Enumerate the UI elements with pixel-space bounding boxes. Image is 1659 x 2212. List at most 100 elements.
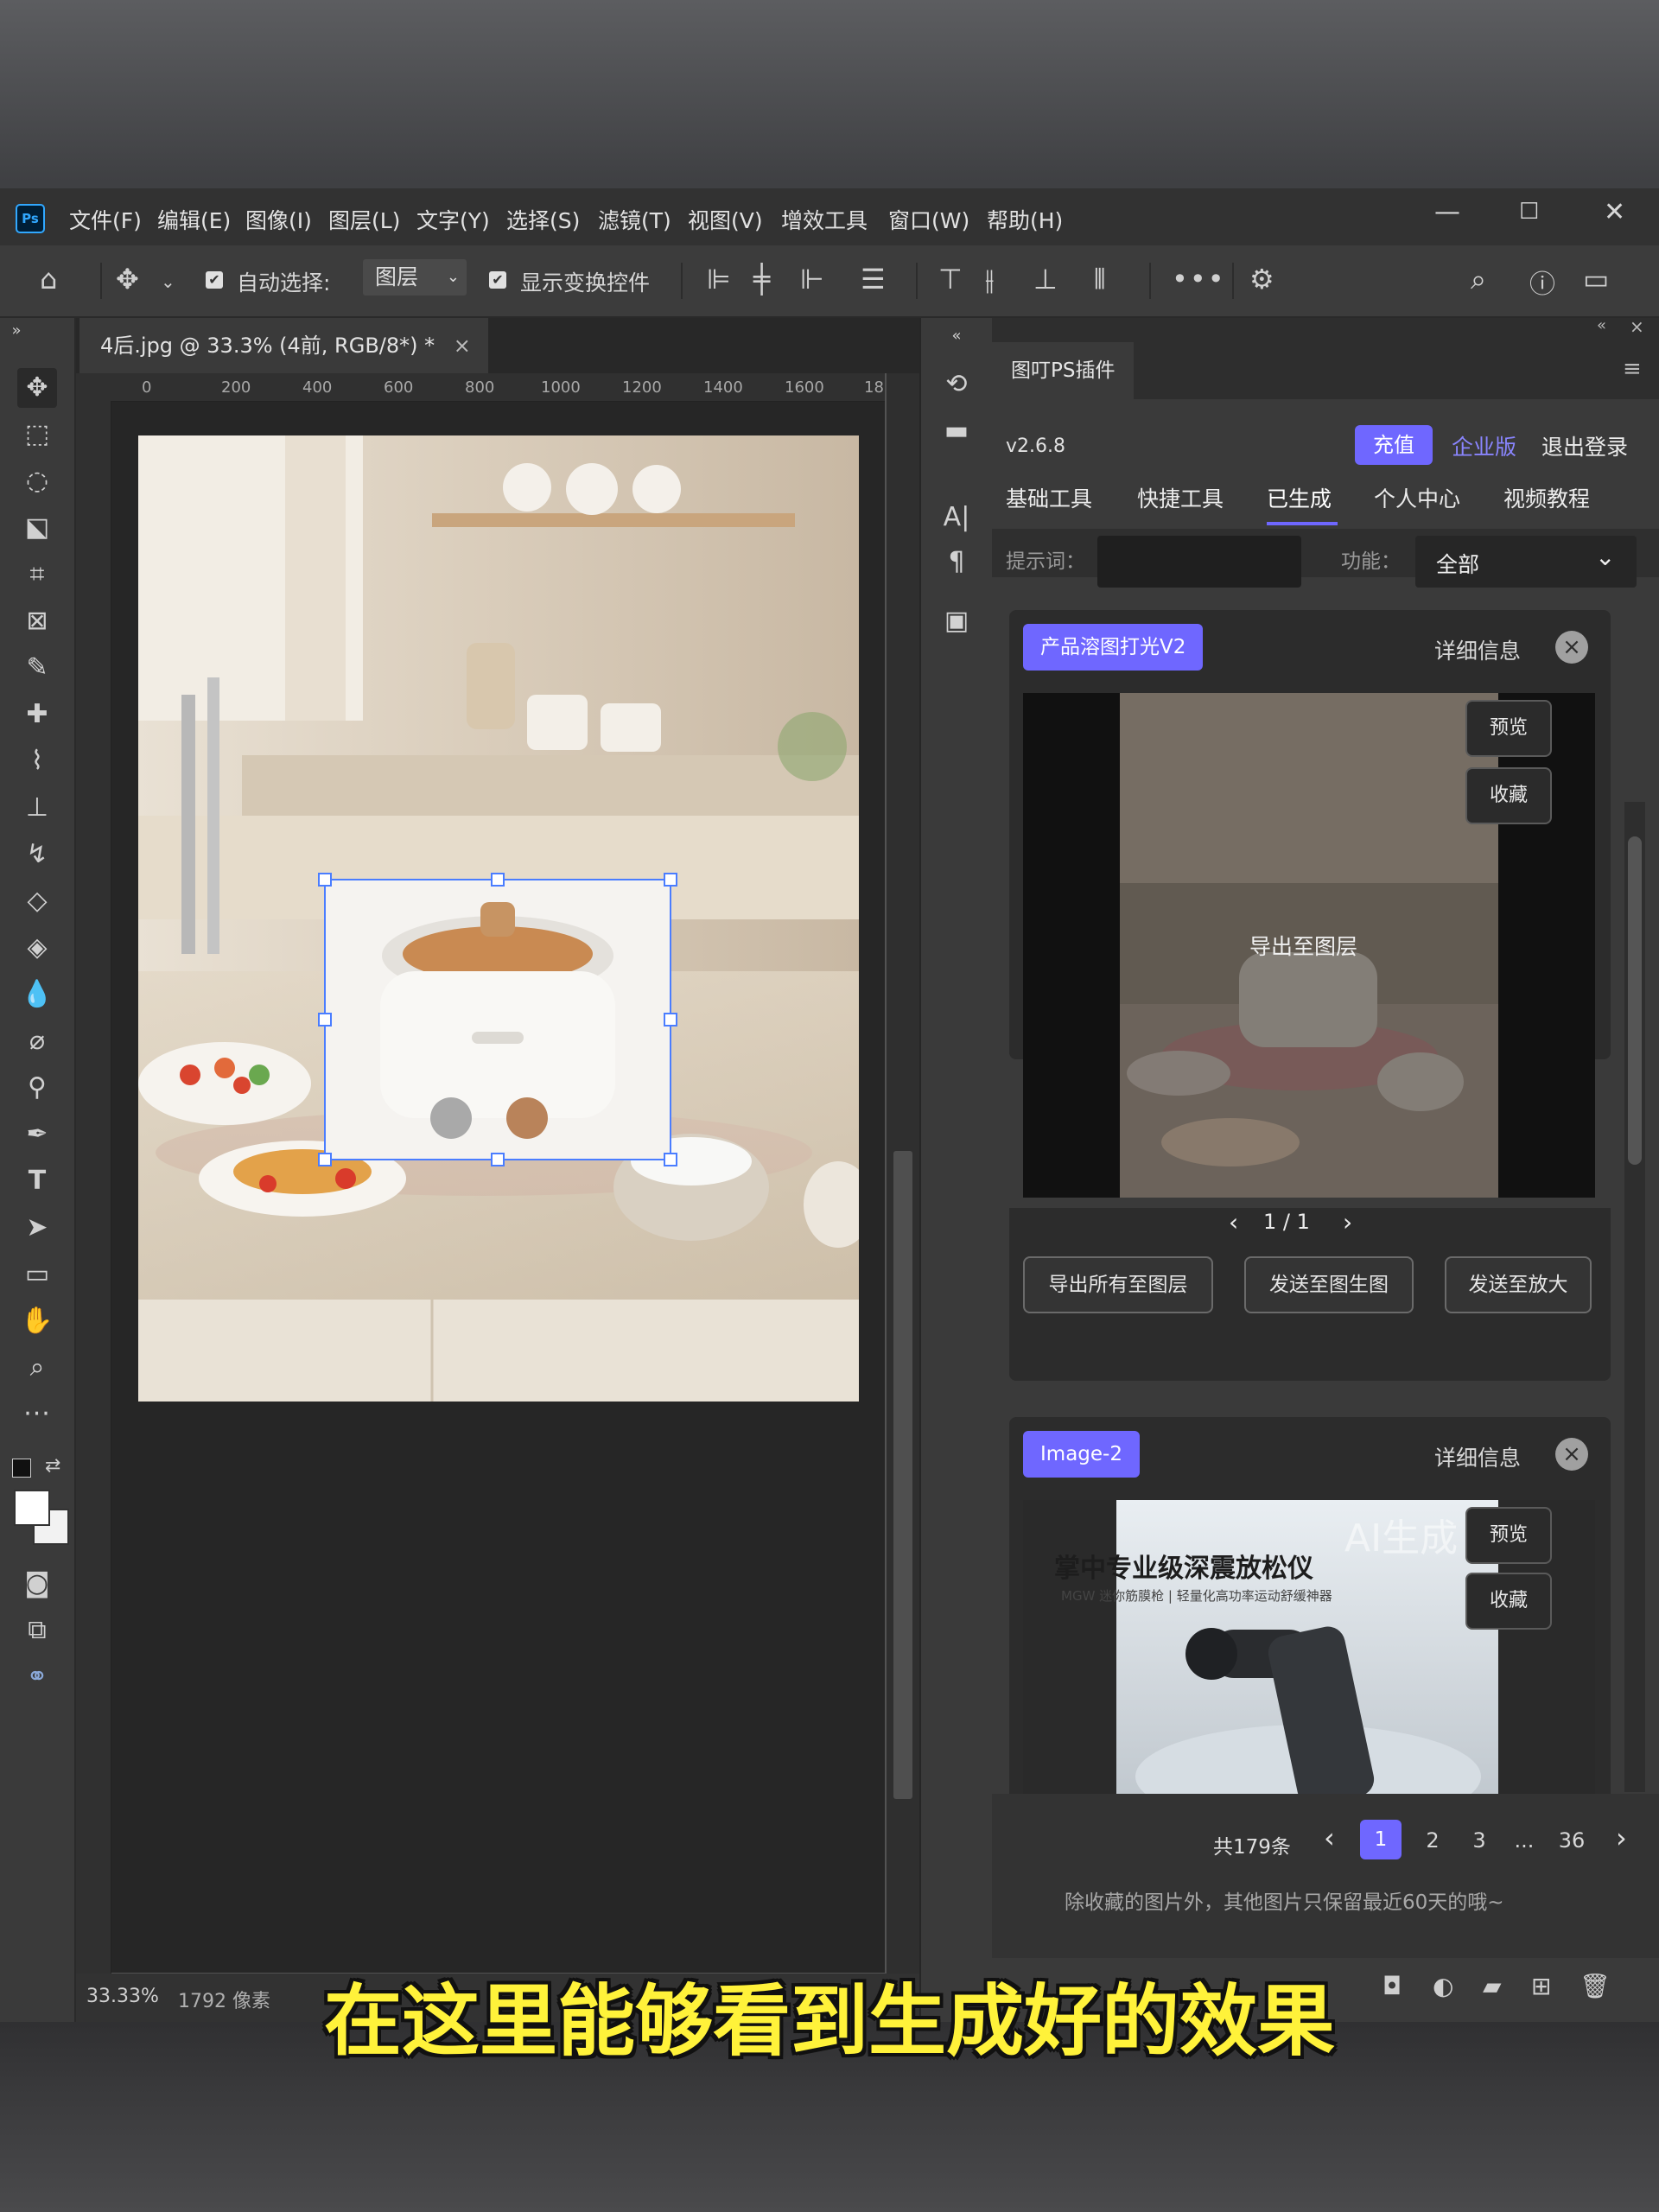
zoom-lens-icon[interactable]: ⚲ — [17, 1068, 57, 1108]
send-upscale-button[interactable]: 发送至放大 — [1445, 1256, 1592, 1313]
marquee-tool-icon[interactable]: ⬚ — [17, 415, 57, 454]
menu-select[interactable]: 选择(S) — [506, 204, 580, 235]
prompt-input[interactable] — [1097, 536, 1301, 588]
move-tool-icon[interactable]: ✥ — [116, 263, 139, 296]
more-options-icon[interactable]: ••• — [1172, 263, 1226, 296]
lasso-tool-icon[interactable]: ◌ — [17, 461, 57, 501]
swap-colors-icon[interactable]: ⇄ — [45, 1455, 60, 1477]
search-icon[interactable]: ⌕ — [1471, 263, 1486, 296]
align-top-icon[interactable]: ⊤ — [938, 263, 963, 296]
eyedropper-icon[interactable]: ✎ — [17, 648, 57, 688]
collapse-panel-icon[interactable]: « — [1597, 316, 1606, 334]
character-panel-icon[interactable]: A| — [938, 499, 975, 536]
recharge-button[interactable]: 充值 — [1355, 425, 1433, 465]
next-page-icon[interactable]: › — [1616, 1821, 1627, 1854]
crop-tool-icon[interactable]: ⌗ — [17, 555, 57, 594]
menu-help[interactable]: 帮助(H) — [987, 204, 1063, 235]
menu-file[interactable]: 文件(F) — [69, 204, 142, 235]
menu-layer[interactable]: 图层(L) — [328, 204, 400, 235]
preview-button[interactable]: 预览 — [1465, 700, 1552, 757]
menu-image[interactable]: 图像(I) — [245, 204, 312, 235]
rectangle-tool-icon[interactable]: ▭ — [17, 1255, 57, 1294]
dodge-tool-icon[interactable]: ⌀ — [17, 1021, 57, 1061]
menu-edit[interactable]: 编辑(E) — [157, 204, 231, 235]
plugin-tab[interactable]: 图叮PS插件 — [992, 342, 1135, 399]
align-left-icon[interactable]: ⊫ — [707, 263, 731, 296]
menu-view[interactable]: 视图(V) — [688, 204, 763, 235]
align-right-icon[interactable]: ⊩ — [800, 263, 824, 296]
pen-tool-icon[interactable]: ✒ — [17, 1115, 57, 1154]
screen-mode-icon[interactable]: ⧉ — [17, 1611, 57, 1650]
favorite-button[interactable]: 收藏 — [1465, 767, 1552, 824]
zoom-tool-icon[interactable]: ⌕ — [17, 1348, 57, 1388]
blur-tool-icon[interactable]: 💧 — [17, 975, 57, 1014]
close-icon[interactable]: × — [1630, 316, 1644, 337]
home-icon[interactable]: ⌂ — [40, 263, 57, 296]
distribute-vertical-icon[interactable]: ⫴ — [1094, 263, 1105, 296]
align-center-icon[interactable]: ╪ — [753, 263, 770, 296]
generative-icon[interactable]: ⚭ — [17, 1657, 57, 1697]
path-select-icon[interactable]: ➤ — [17, 1208, 57, 1248]
menu-filter[interactable]: 滤镜(T) — [598, 204, 671, 235]
close-icon[interactable]: × — [454, 334, 471, 358]
healing-brush-icon[interactable]: ✚ — [17, 695, 57, 734]
distribute-icon[interactable]: ☰ — [861, 263, 886, 296]
logout-link[interactable]: 退出登录 — [1541, 430, 1628, 461]
chevron-down-icon[interactable]: ⌄ — [161, 271, 175, 292]
scroll-thumb[interactable] — [1628, 836, 1642, 1165]
nav-user-center[interactable]: 个人中心 — [1374, 482, 1460, 513]
menu-plugins[interactable]: 增效工具 — [781, 204, 868, 235]
default-colors-icon[interactable] — [12, 1459, 31, 1478]
export-all-button[interactable]: 导出所有至图层 — [1023, 1256, 1213, 1313]
panel-menu-icon[interactable]: ≡ — [1623, 356, 1642, 382]
image-panel-icon[interactable]: ▣ — [938, 603, 975, 639]
workspace-icon[interactable]: ▭ — [1583, 263, 1609, 296]
prev-page-icon[interactable]: ‹ — [1324, 1821, 1335, 1854]
paragraph-panel-icon[interactable]: ¶ — [938, 544, 975, 581]
enterprise-link[interactable]: 企业版 — [1452, 430, 1516, 461]
help-icon[interactable]: ⓘ — [1529, 263, 1555, 301]
close-icon[interactable]: × — [1555, 1438, 1588, 1471]
close-window-button[interactable]: ✕ — [1604, 197, 1625, 227]
menu-type[interactable]: 文字(Y) — [416, 204, 490, 235]
collapse-icon[interactable]: » — [3, 318, 29, 344]
foreground-color-swatch[interactable] — [14, 1490, 50, 1526]
move-tool-icon[interactable]: ✥ — [17, 368, 57, 408]
preview-button[interactable]: 预览 — [1465, 1507, 1552, 1564]
details-link[interactable]: 详细信息 — [1434, 634, 1521, 665]
frame-tool-icon[interactable]: ⊠ — [17, 601, 57, 641]
quick-mask-icon[interactable]: ◙ — [17, 1564, 57, 1604]
document-image[interactable] — [138, 435, 859, 1402]
details-link[interactable]: 详细信息 — [1434, 1441, 1521, 1472]
prev-page-icon[interactable]: ‹ — [1229, 1208, 1238, 1236]
page-link[interactable]: 36 — [1550, 1828, 1593, 1853]
auto-select-dropdown[interactable]: 图层 ⌄ — [363, 259, 467, 296]
stamp-tool-icon[interactable]: ⊥ — [17, 788, 57, 828]
brush-tool-icon[interactable]: ⌇ — [17, 741, 57, 781]
auto-select-checkbox[interactable]: ✔ — [206, 271, 223, 289]
canvas-scrollbar[interactable] — [887, 373, 919, 1974]
page-current[interactable]: 1 — [1360, 1820, 1402, 1859]
more-tools-icon[interactable]: ··· — [17, 1395, 57, 1434]
show-transform-checkbox[interactable]: ✔ — [489, 271, 506, 289]
history-panel-icon[interactable]: ⟲ — [938, 366, 975, 403]
align-middle-icon[interactable]: ⫲ — [985, 263, 994, 296]
nav-generated[interactable]: 已生成 — [1267, 482, 1332, 513]
minimize-button[interactable]: — — [1434, 197, 1460, 227]
nav-video-tutorials[interactable]: 视频教程 — [1503, 482, 1590, 513]
document-tab[interactable]: 4后.jpg @ 33.3% (4前, RGB/8*) * × — [79, 318, 488, 373]
favorite-button[interactable]: 收藏 — [1465, 1573, 1552, 1630]
page-link[interactable]: 2 — [1415, 1828, 1450, 1853]
nav-basic-tools[interactable]: 基础工具 — [1006, 482, 1092, 513]
hand-tool-icon[interactable]: ✋ — [17, 1301, 57, 1341]
type-tool-icon[interactable]: T — [17, 1161, 57, 1201]
page-link[interactable]: 3 — [1462, 1828, 1497, 1853]
nav-quick-tools[interactable]: 快捷工具 — [1137, 482, 1224, 513]
collapse-icon[interactable]: « — [938, 318, 975, 354]
align-bottom-icon[interactable]: ⊥ — [1033, 263, 1058, 296]
close-icon[interactable]: × — [1555, 631, 1588, 664]
paint-bucket-icon[interactable]: ◈ — [17, 928, 57, 968]
comments-panel-icon[interactable]: ▬ — [938, 413, 975, 449]
function-select[interactable]: 全部 ⌄ — [1415, 536, 1637, 588]
menu-window[interactable]: 窗口(W) — [888, 204, 969, 235]
